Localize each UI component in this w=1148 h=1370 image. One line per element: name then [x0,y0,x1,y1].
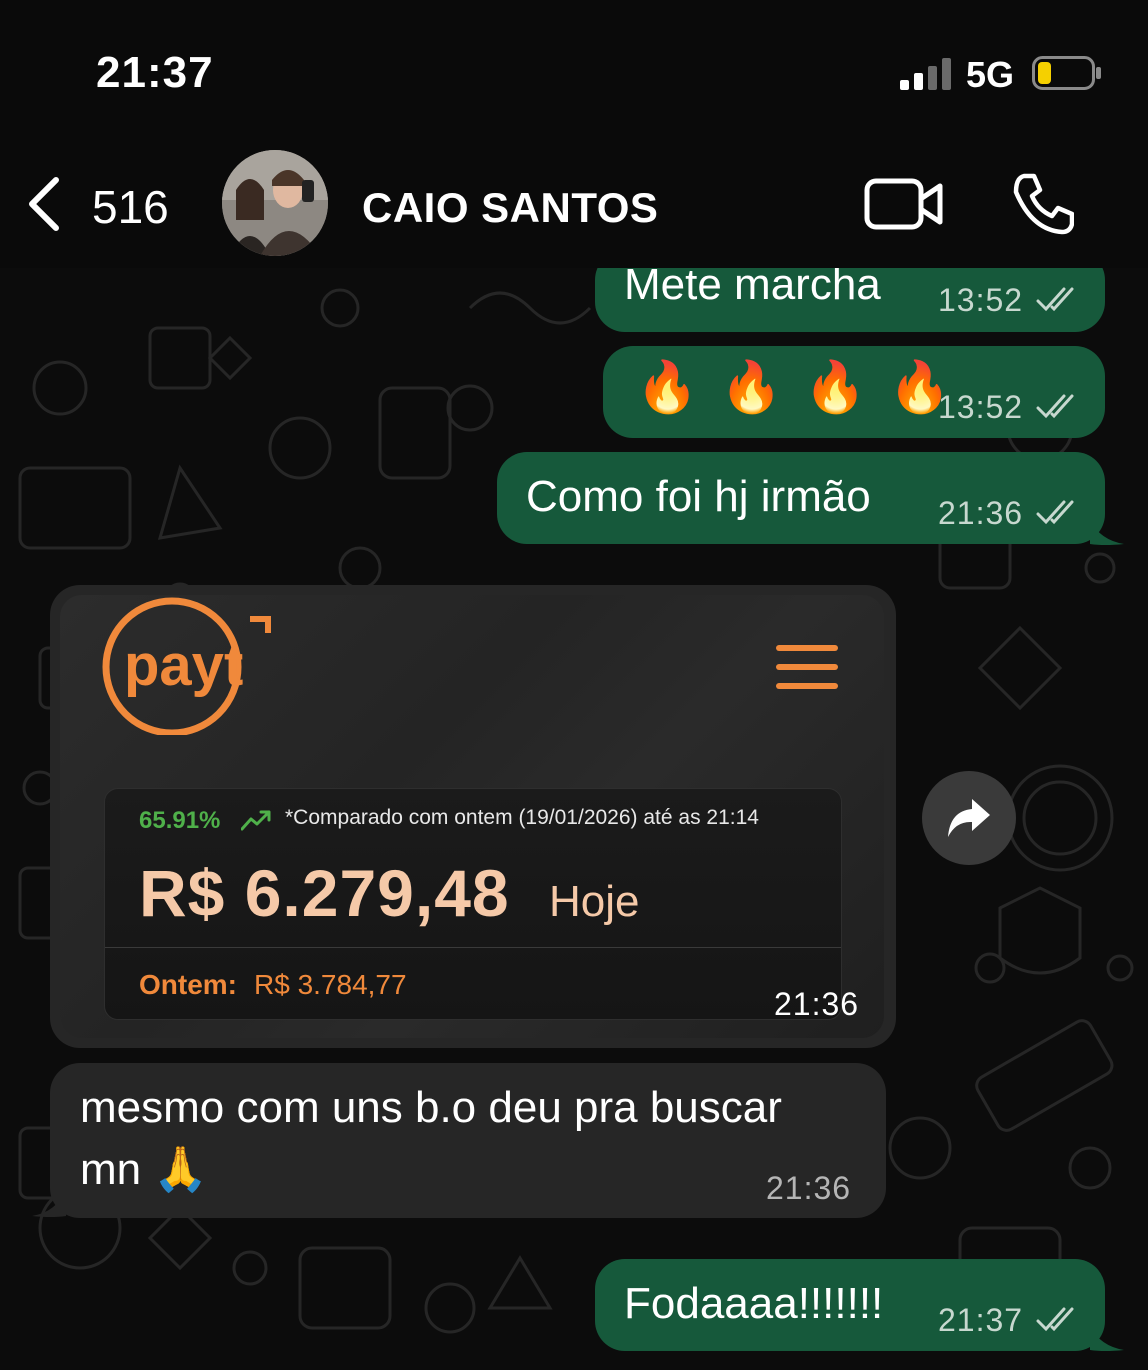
today-label: Hoje [549,877,640,926]
status-time: 21:37 [96,48,214,97]
payt-logo: payt [102,597,271,735]
status-bar: 21:37 5G [0,0,1148,140]
bubble-tail [32,1190,66,1217]
message-text: Como foi hj irmão [526,472,871,521]
message-time: 21:36 [774,986,860,1022]
message-time: 21:37 [938,1302,1024,1338]
bubble-tail [1090,520,1124,545]
message-time: 13:52 [938,389,1024,425]
payt-screenshot[interactable]: payt 65.91% *Comparado com ontem (19/01/… [60,595,884,1038]
unread-count[interactable]: 516 [92,180,169,234]
message-time: 21:36 [766,1170,852,1206]
battery-icon [1032,56,1101,90]
message-time: 21:36 [938,495,1024,531]
chat-header-front: 516 CAIO SANTOS [0,140,1148,268]
forward-button[interactable] [922,771,1016,865]
trend-up-icon [241,810,271,831]
sales-summary-box: 65.91% *Comparado com ontem (19/01/2026)… [104,788,842,1020]
read-receipt-icon [1036,500,1074,525]
phone-icon[interactable] [1010,172,1074,236]
growth-percentage: 65.91% [139,807,221,834]
yesterday-label: Ontem: [139,969,237,1000]
comparison-note: *Comparado com ontem (19/01/2026) até as… [285,806,759,829]
message-text: Fodaaaa!!!!!!! [624,1279,884,1328]
svg-text:payt: payt [124,633,243,698]
read-receipt-icon [1036,394,1074,419]
forward-icon [948,799,990,837]
chevron-left-icon[interactable] [26,176,62,232]
contact-name[interactable]: CAIO SANTOS [362,184,658,232]
hamburger-menu-icon[interactable] [776,645,838,689]
today-amount: R$ 6.279,48 [139,856,510,930]
divider [105,947,841,948]
network-type: 5G [966,54,1015,95]
bubble-tail [1090,1326,1124,1351]
read-receipt-icon [1036,1307,1074,1332]
signal-strength-icon [900,58,951,90]
message-text-line: mesmo com uns b.o deu pra buscar [80,1083,782,1132]
yesterday-value: R$ 3.784,77 [254,969,407,1000]
message-text-line: mn 🙏 [80,1145,209,1194]
avatar[interactable] [222,150,328,256]
video-camera-icon[interactable] [864,176,944,232]
read-receipt-icon [1036,287,1074,312]
message-text: 🔥 🔥 🔥 🔥 [636,359,955,415]
message-time: 13:52 [938,282,1024,318]
